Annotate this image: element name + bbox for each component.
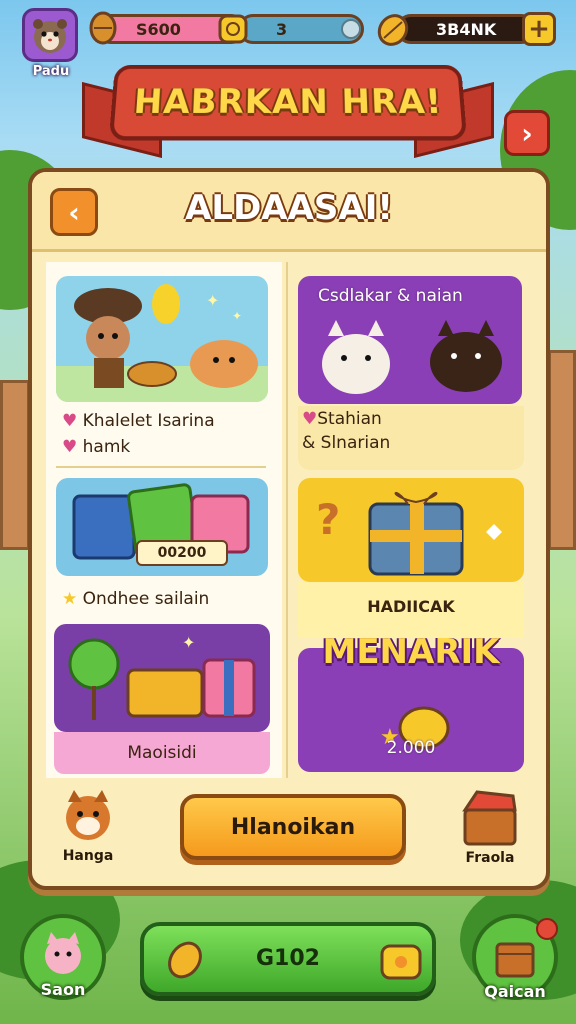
profile-label: Padu: [32, 64, 70, 79]
side-right-label: Fraola: [465, 850, 515, 866]
card-toybox-label: ★ Ondhee sailain: [62, 589, 210, 609]
svg-text:✦: ✦: [206, 291, 219, 310]
toybox-price: 00200: [136, 540, 228, 566]
next-button[interactable]: ›: [504, 110, 550, 156]
card-adventure-line2: ♥ hamk: [62, 437, 131, 457]
svg-text:✦: ✦: [182, 633, 195, 652]
seed-value: 3B4NK: [436, 20, 497, 39]
bottom-left-label: Saon: [40, 980, 86, 999]
column-divider: [286, 262, 288, 778]
main-action-button[interactable]: Hlanoikan: [180, 794, 406, 860]
chevron-right-icon: ›: [521, 116, 533, 150]
card-friends-line2: & Slnarian: [302, 433, 391, 453]
gift-icon: [378, 938, 424, 986]
side-dog-button[interactable]: Hanga: [52, 788, 124, 864]
interesting-title: MENARIK: [322, 632, 500, 672]
pig-icon: [35, 930, 91, 984]
svg-text:?: ?: [316, 495, 340, 544]
box-icon: [450, 788, 530, 850]
sack-icon: [487, 930, 543, 984]
coin-icon: [218, 14, 248, 48]
coin-value: S600: [136, 20, 181, 39]
svg-text:✦: ✦: [232, 309, 242, 323]
panel-title: ALDAASAI!: [185, 188, 393, 228]
gem-icon: [340, 18, 362, 44]
main-action-label: Hlanoikan: [230, 814, 356, 840]
shop-panel: ‹ ALDAASAI! ✦ ✦ ♥ Khalelet Isarina ♥ ham…: [28, 168, 550, 890]
notification-dot: [536, 918, 558, 940]
side-box-button[interactable]: Fraola: [450, 788, 530, 866]
profile-avatar[interactable]: Padu: [22, 8, 80, 79]
level-value: 3: [276, 20, 288, 39]
side-left-label: Hanga: [62, 848, 114, 864]
bottom-center-button[interactable]: G102: [140, 922, 436, 996]
presents-illustration: ✦: [54, 624, 270, 732]
hamster-icon: [22, 8, 78, 62]
bottom-right-label: Qaican: [484, 982, 546, 1001]
interesting-value: 2.000: [386, 738, 436, 758]
card-gift-label: HADIICAK: [367, 597, 455, 616]
plus-icon[interactable]: +: [522, 12, 556, 46]
title-banner: HABRKAN HRA!: [108, 65, 468, 141]
card-friends-header: Csdlakar & naian: [318, 286, 463, 306]
peanut-icon: [86, 10, 120, 50]
card-adventure-line1: ♥ Khalelet Isarina: [62, 411, 215, 431]
gift-illustration: ?: [298, 478, 524, 582]
adventure-illustration: ✦ ✦: [56, 276, 268, 402]
card-friends-line1: ♥Stahian: [302, 409, 382, 429]
card-presents-label: Maoisidi: [127, 743, 197, 763]
dog-icon: [52, 788, 124, 848]
banner-title: HABRKAN HRA!: [132, 82, 444, 122]
seed-icon: [374, 8, 412, 52]
